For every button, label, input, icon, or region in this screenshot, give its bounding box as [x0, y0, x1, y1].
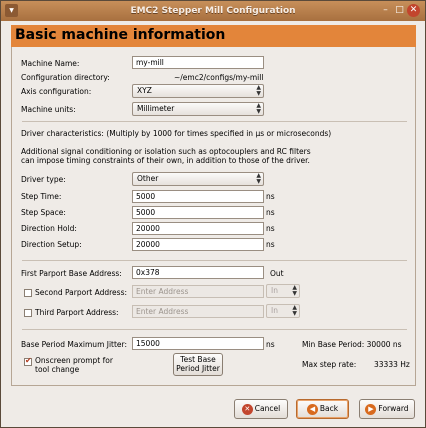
direction-hold-unit: ns	[266, 224, 275, 233]
axis-config-value: XYZ	[137, 86, 152, 95]
config-dir-value: ~/emc2/configs/my-mill	[174, 73, 264, 82]
separator	[22, 260, 407, 261]
minimize-icon[interactable]: –	[379, 4, 392, 17]
forward-button[interactable]: ▶ Forward	[359, 399, 415, 419]
separator	[22, 329, 407, 330]
back-arrow-icon: ◀	[306, 403, 318, 415]
driver-note-line1: Additional signal conditioning or isolat…	[21, 147, 311, 156]
step-space-unit: ns	[266, 208, 275, 217]
driver-note-line2: can impose timing constraints of their o…	[21, 156, 310, 165]
base-period-jitter-unit: ns	[266, 340, 275, 349]
direction-setup-input[interactable]: 20000	[132, 238, 264, 251]
base-period-jitter-input[interactable]: 15000	[132, 337, 264, 350]
step-time-label: Step Time:	[21, 192, 62, 201]
axis-config-select[interactable]: XYZ ▲ ▼	[132, 84, 264, 98]
test-base-period-jitter-button[interactable]: Test Base Period Jitter	[173, 353, 223, 376]
updown-arrows-icon: ▲ ▼	[292, 304, 297, 317]
back-button[interactable]: ◀ Back	[296, 399, 349, 419]
third-parport-label: Third Parport Address:	[35, 308, 119, 317]
direction-setup-label: Direction Setup:	[21, 240, 82, 249]
max-step-rate-value: 33333 Hz	[374, 360, 410, 369]
close-icon[interactable]: ✕	[407, 4, 420, 17]
second-parport-direction-select[interactable]: In ▲ ▼	[266, 284, 300, 298]
base-period-jitter-label: Base Period Maximum Jitter:	[21, 340, 128, 349]
first-parport-direction: Out	[270, 269, 284, 278]
machine-units-select[interactable]: Millimeter ▲ ▼	[132, 102, 264, 116]
test-button-line2: Period Jitter	[176, 364, 220, 373]
onscreen-prompt-label-line1: Onscreen prompt for	[35, 356, 113, 365]
max-step-rate-label: Max step rate:	[302, 360, 357, 369]
forward-label: Forward	[378, 404, 409, 413]
direction-hold-input[interactable]: 20000	[132, 222, 264, 235]
axis-config-label: Axis configuration:	[21, 87, 92, 96]
third-parport-input[interactable]: Enter Address	[132, 305, 264, 318]
min-base-period-text: Min Base Period: 30000 ns	[302, 340, 402, 349]
second-parport-direction-value: In	[271, 286, 278, 295]
title-bar[interactable]: ▼ EMC2 Stepper Mill Configuration – □ ✕	[1, 1, 425, 21]
second-parport-label: Second Parport Address:	[35, 288, 128, 297]
updown-arrows-icon: ▲ ▼	[256, 172, 261, 185]
forward-arrow-icon: ▶	[365, 403, 377, 415]
step-time-unit: ns	[266, 192, 275, 201]
updown-arrows-icon: ▲ ▼	[256, 102, 261, 115]
machine-name-label: Machine Name:	[21, 59, 80, 68]
back-label: Back	[319, 404, 339, 413]
window-title: EMC2 Stepper Mill Configuration	[130, 6, 296, 16]
page-title: Basic machine information	[15, 27, 226, 43]
step-time-input[interactable]: 5000	[132, 190, 264, 203]
driver-characteristics-text: Driver characteristics: (Multiply by 100…	[21, 129, 332, 138]
onscreen-prompt-label-line2: tool change	[35, 365, 80, 374]
cancel-label: Cancel	[254, 404, 281, 413]
page-header: Basic machine information	[11, 25, 416, 47]
test-button-line1: Test Base	[180, 355, 216, 364]
onscreen-prompt-checkbox[interactable]	[24, 356, 32, 366]
machine-units-label: Machine units:	[21, 105, 76, 114]
driver-type-label: Driver type:	[21, 175, 66, 184]
third-parport-direction-select[interactable]: In ▲ ▼	[266, 304, 300, 318]
second-parport-checkbox[interactable]	[24, 289, 32, 297]
direction-hold-label: Direction Hold:	[21, 224, 77, 233]
maximize-icon[interactable]: □	[393, 4, 406, 17]
machine-name-input[interactable]: my-mill	[132, 56, 264, 69]
step-space-input[interactable]: 5000	[132, 206, 264, 219]
updown-arrows-icon: ▲ ▼	[256, 84, 261, 97]
content-pane: Machine Name: my-mill Configuration dire…	[11, 47, 416, 386]
updown-arrows-icon: ▲ ▼	[292, 284, 297, 297]
wizard-window: ▼ EMC2 Stepper Mill Configuration – □ ✕ …	[0, 0, 426, 428]
first-parport-label: First Parport Base Address:	[21, 269, 122, 278]
third-parport-checkbox[interactable]	[24, 309, 32, 317]
first-parport-input[interactable]: 0x378	[132, 266, 264, 279]
cancel-button[interactable]: ✕ Cancel	[234, 399, 288, 419]
second-parport-input[interactable]: Enter Address	[132, 285, 264, 298]
direction-setup-unit: ns	[266, 240, 275, 249]
separator	[22, 121, 407, 122]
config-dir-label: Configuration directory:	[21, 73, 110, 82]
driver-type-value: Other	[137, 174, 159, 183]
cancel-icon: ✕	[241, 403, 253, 415]
third-parport-direction-value: In	[271, 306, 278, 315]
step-space-label: Step Space:	[21, 208, 66, 217]
driver-type-select[interactable]: Other ▲ ▼	[132, 172, 264, 186]
machine-units-value: Millimeter	[137, 104, 175, 113]
